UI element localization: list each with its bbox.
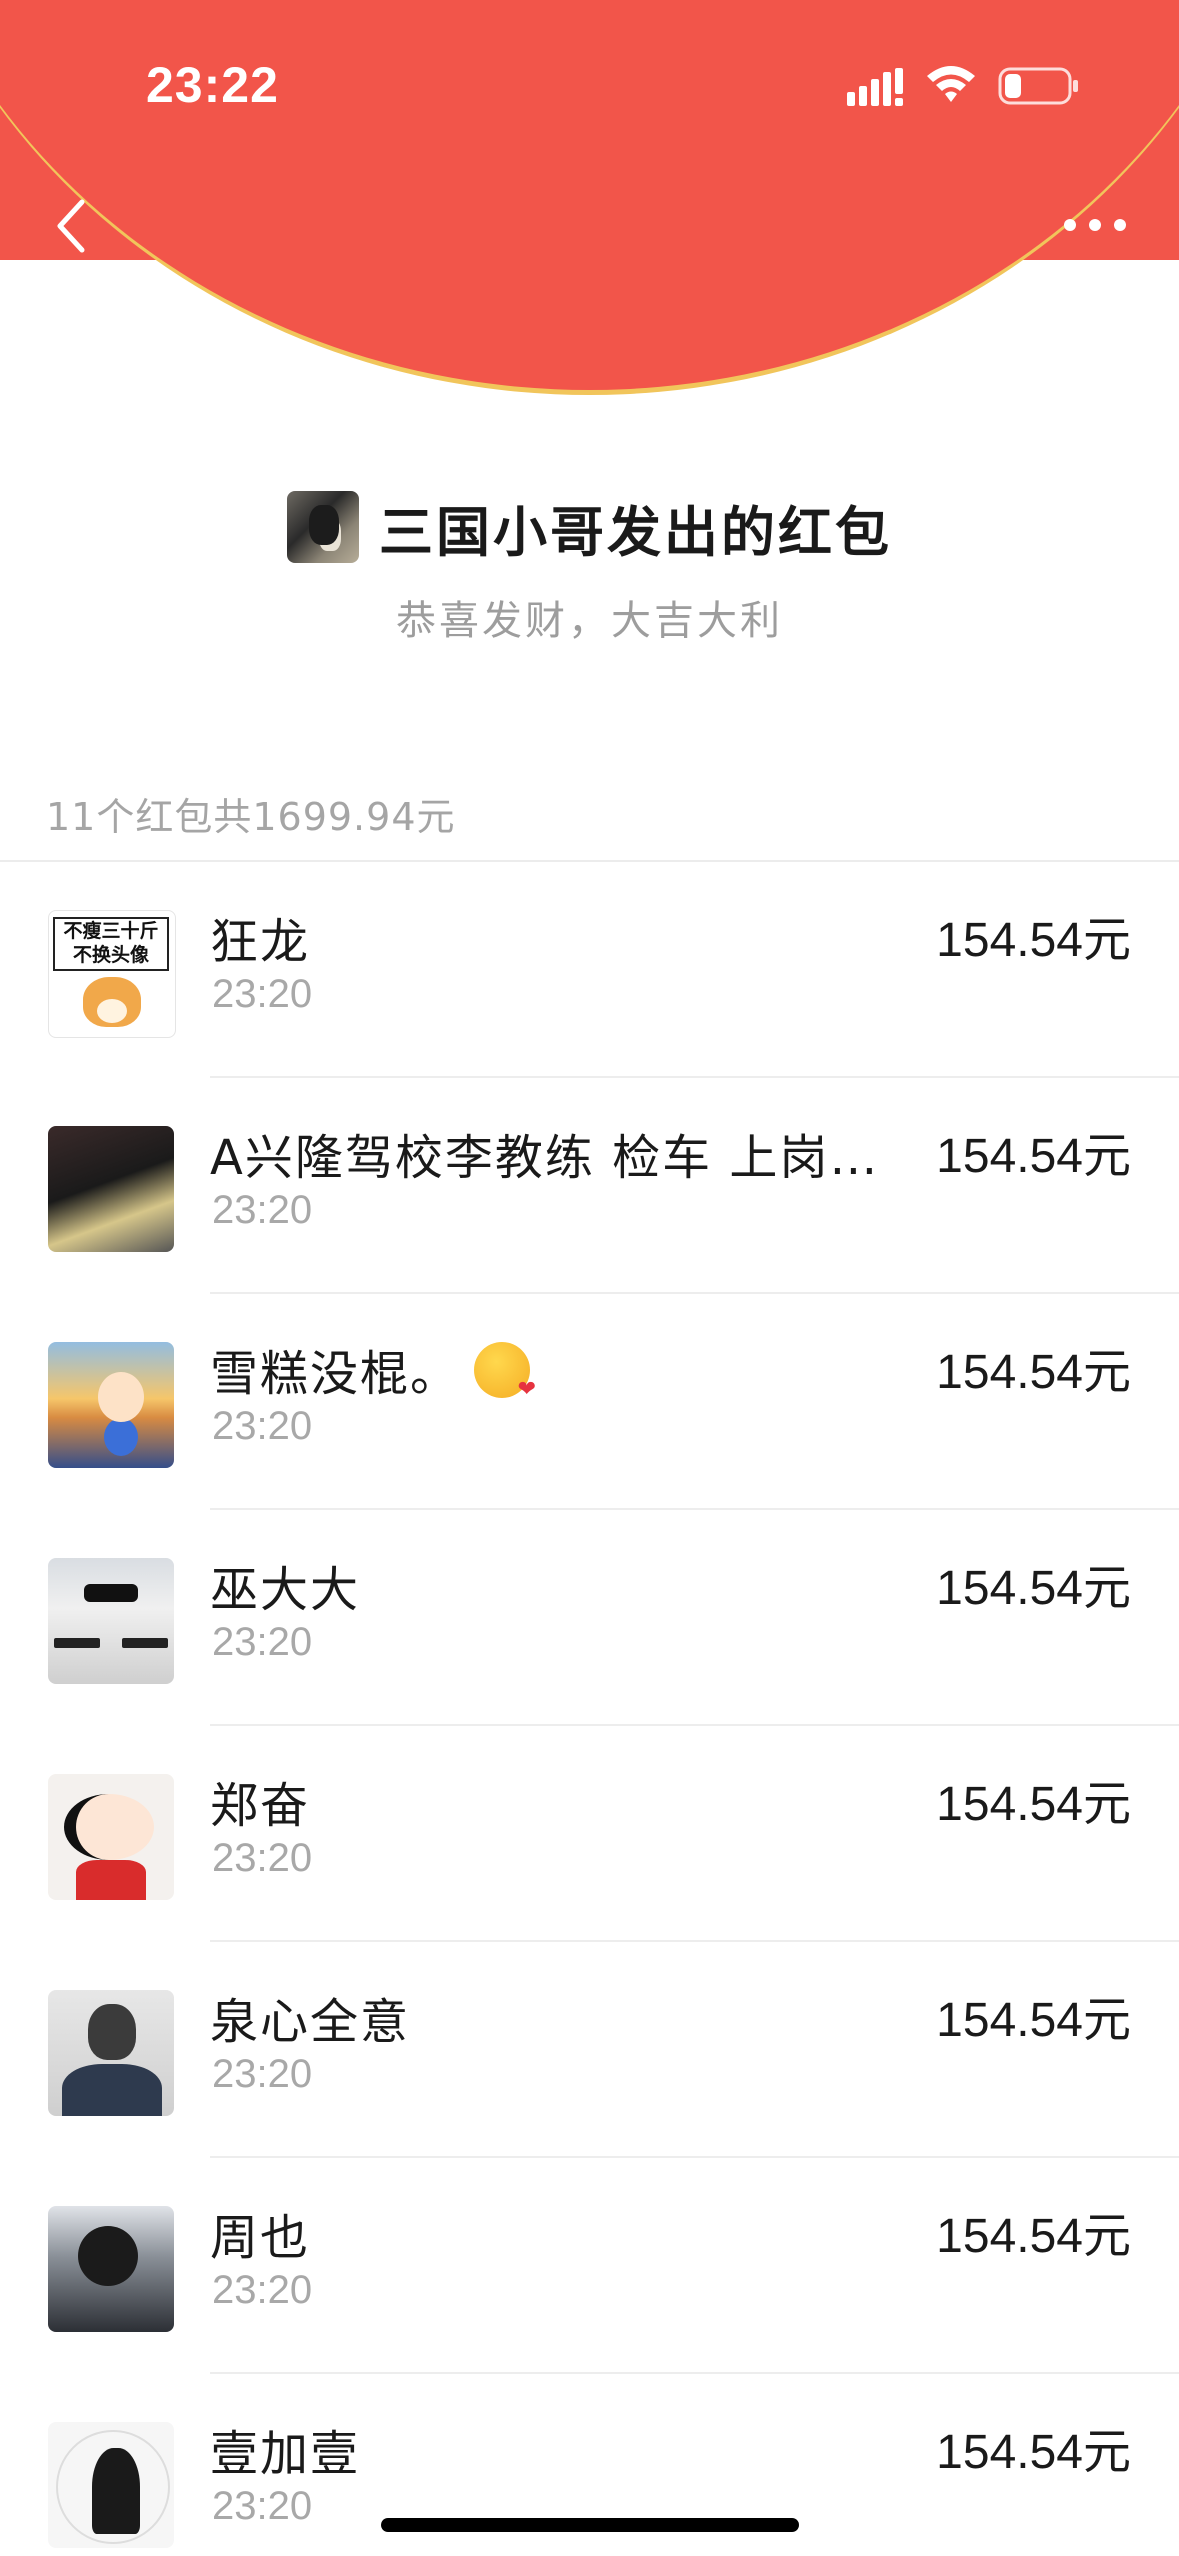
status-time: 23:22 [146,57,279,113]
sender-row: 三国小哥发出的红包 [0,487,1179,567]
red-packet-detail-page: 23:22 三国小哥发出的红包 恭喜发财，大吉大利 11个红包共1699.94元… [0,0,1179,2556]
claimer-name: A兴隆驾校李教练 检车 上岗证… [210,1130,910,1186]
claim-time: 23:20 [212,1188,313,1232]
shiba-dog-icon [83,977,141,1027]
claim-record[interactable]: 泉心全意 23:20 154.54元 [0,1942,1179,2158]
blessing-text: 恭喜发财，大吉大利 [396,598,783,644]
claim-record[interactable]: 不瘦三十斤 不换头像 狂龙 23:20 154.54元 [0,862,1179,1078]
claim-amount: 154.54元 [936,914,1131,967]
avatar[interactable] [48,2422,174,2548]
claim-time: 23:20 [212,1836,313,1880]
claim-time: 23:20 [212,2484,313,2528]
claim-record[interactable]: 周也 23:20 154.54元 [0,2158,1179,2374]
claimer-name: 雪糕没棍。 [210,1334,910,1404]
avatar[interactable] [48,1558,174,1684]
more-dots-icon [1064,219,1126,231]
claim-amount: 154.54元 [936,1778,1131,1831]
avatar[interactable]: 不瘦三十斤 不换头像 [48,910,176,1038]
claim-time: 23:20 [212,2052,313,2096]
claim-amount: 154.54元 [936,1130,1131,1183]
more-options-button[interactable] [1060,200,1130,250]
back-button[interactable] [40,190,100,262]
claimer-name: 壹加壹 [210,2426,361,2482]
claim-record-list: 不瘦三十斤 不换头像 狂龙 23:20 154.54元 A兴隆驾校李教练 检车 … [0,862,1179,2556]
wifi-icon [927,66,975,102]
home-indicator[interactable] [381,2518,799,2532]
avatar[interactable] [48,1342,174,1468]
claim-amount: 154.54元 [936,1346,1131,1399]
claimer-name: 狂龙 [210,914,311,970]
claimer-name: 周也 [210,2210,311,2266]
claim-record[interactable]: 巫大大 23:20 154.54元 [0,1510,1179,1726]
sender-avatar[interactable] [287,491,359,563]
claim-time: 23:20 [212,1404,313,1448]
chevron-left-icon [57,199,85,253]
claim-amount: 154.54元 [936,2210,1131,2263]
claim-time: 23:20 [212,1620,313,1664]
claim-amount: 154.54元 [936,1994,1131,2047]
packet-summary: 11个红包共1699.94元 [46,795,456,839]
avatar-caption: 不瘦三十斤 不换头像 [53,917,169,971]
claim-time: 23:20 [212,2268,313,2312]
cellular-signal-icon [847,68,903,106]
claim-record[interactable]: A兴隆驾校李教练 检车 上岗证… 23:20 154.54元 [0,1078,1179,1294]
claim-amount: 154.54元 [936,1562,1131,1615]
kissing-face-with-heart-icon [474,1342,538,1402]
claim-record[interactable]: 郑奋 23:20 154.54元 [0,1726,1179,1942]
avatar[interactable] [48,2206,174,2332]
avatar[interactable] [48,1774,174,1900]
avatar[interactable] [48,1126,174,1252]
avatar[interactable] [48,1990,174,2116]
claim-amount: 154.54元 [936,2426,1131,2479]
claimer-name: 泉心全意 [210,1994,411,2050]
claim-record[interactable]: 雪糕没棍。 23:20 154.54元 [0,1294,1179,1510]
sender-title: 三国小哥发出的红包 [379,500,892,564]
claimer-name: 巫大大 [210,1562,361,1618]
battery-icon [998,67,1078,105]
claim-time: 23:20 [212,972,313,1016]
status-bar: 23:22 [0,0,1179,170]
claimer-name: 郑奋 [210,1778,311,1834]
